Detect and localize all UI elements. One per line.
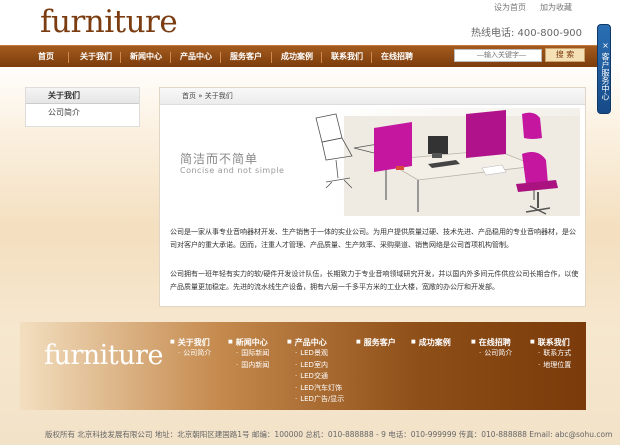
footer-column-title[interactable]: 新闻中心 [228,337,269,348]
footer-link[interactable]: 公司简介 [170,348,211,360]
sidebar-item-company-profile[interactable]: 公司简介 [26,104,139,122]
footer-logo: furniture [44,340,163,371]
footer-link[interactable]: LED汽车灯饰 [287,383,344,395]
set-homepage-link[interactable]: 设为首页 [494,2,526,13]
content-paragraph: 公司拥有一班年轻有实力的软/硬件开发设计队伍，长期致力于专业音响领域研究开发，并… [170,270,579,291]
nav-news[interactable]: 新闻中心 [130,46,162,68]
nav-divider [321,52,322,63]
nav-home[interactable]: 首页 [38,46,54,68]
nav-divider [170,52,171,63]
footer-column-title[interactable]: 产品中心 [287,337,344,348]
nav-jobs[interactable]: 在线招聘 [381,46,413,68]
nav-service[interactable]: 服务客户 [230,46,262,68]
footer-column-title[interactable]: 在线招聘 [471,337,512,348]
banner-title-en: Concise and not simple [180,166,285,175]
nav-divider [220,52,221,63]
footer: furniture 关于我们 公司简介 新闻中心 国际新闻 国内新闻 产品中心 … [20,322,586,410]
nav-cases[interactable]: 成功案例 [281,46,313,68]
site-logo[interactable]: furniture [40,4,178,40]
footer-link[interactable]: 国际新闻 [228,348,269,360]
banner-title-cn: 简洁而不简单 [180,152,259,166]
footer-link[interactable]: 国内新闻 [228,360,269,372]
hotline-text: 热线电话: 400-800-900 [471,28,583,39]
footer-link[interactable]: 地理位置 [530,360,571,372]
nav-divider [68,52,69,63]
footer-column-title[interactable]: 服务客户 [356,337,396,348]
nav-divider [371,52,372,63]
footer-column-title[interactable]: 联系我们 [530,337,571,348]
breadcrumb: 首页 » 关于我们 [160,88,585,105]
nav-divider [120,52,121,63]
main-content: 首页 » 关于我们 简洁而不简单 Concise and not simple … [159,87,586,307]
footer-column-products: 产品中心 LED景观 LED室内 LED交通 LED汽车灯饰 LED广告/显示 [287,337,345,406]
footer-link[interactable]: LED室内 [287,360,344,372]
sidebar: 关于我们 公司简介 [25,87,140,127]
banner-image: 简洁而不简单 Concise and not simple [166,108,580,216]
customer-service-tab[interactable]: × 客户服务中心 [597,24,611,114]
footer-link[interactable]: 联系方式 [530,348,571,360]
footer-column-contact: 联系我们 联系方式 地理位置 [530,337,572,372]
footer-column-jobs: 在线招聘 公司简介 [471,337,513,360]
footer-column-news: 新闻中心 国际新闻 国内新闻 [228,337,270,372]
copyright-text: 版权所有 北京科技发展有限公司 地址：北京朝阳区建国路1号 邮编：100000 … [45,430,613,439]
nav-products[interactable]: 产品中心 [180,46,212,68]
sidebar-title: 关于我们 [26,88,139,104]
add-favorite-link[interactable]: 加为收藏 [540,2,572,13]
footer-link[interactable]: LED广告/显示 [287,394,344,406]
footer-link[interactable]: 公司简介 [471,348,512,360]
content-paragraph: 公司是一家从事专业音响器材开发、生产销售于一体的实业公司。为用户提供质量过硬、技… [170,228,576,249]
close-icon[interactable]: × [601,41,610,50]
footer-column-about: 关于我们 公司简介 [170,337,212,360]
search-button[interactable]: 搜 索 [545,48,585,62]
top-links: 设为首页 加为收藏 [494,2,572,13]
footer-column-title[interactable]: 成功案例 [411,337,451,348]
customer-service-label: 客户服务中心 [601,52,610,101]
nav-divider [271,52,272,63]
search-input[interactable] [454,49,542,62]
footer-column-cases: 成功案例 [411,337,451,348]
nav-about[interactable]: 关于我们 [80,46,112,68]
footer-link[interactable]: LED交通 [287,371,344,383]
footer-link[interactable]: LED景观 [287,348,344,360]
footer-column-title[interactable]: 关于我们 [170,337,211,348]
nav-contact[interactable]: 联系我们 [331,46,363,68]
footer-column-service: 服务客户 [356,337,396,348]
